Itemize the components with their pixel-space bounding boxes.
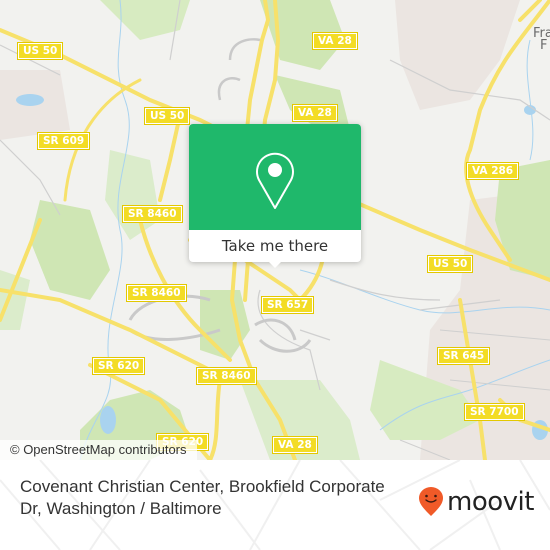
moovit-pin-icon [419,487,443,516]
route-shield-va-28: VA 28 [292,104,338,122]
route-shield-va-28: VA 28 [312,32,358,50]
route-shield-us-50: US 50 [143,107,191,125]
route-shield-us-50: US 50 [16,42,64,60]
place-label: F [540,38,548,53]
route-shield-va-286: VA 286 [465,162,520,180]
footer: Covenant Christian Center, Brookfield Co… [0,460,550,550]
route-shield-sr-657: SR 657 [260,296,315,314]
moovit-logo[interactable]: moovit [418,484,534,520]
route-shield-sr-645: SR 645 [436,347,491,365]
route-shield-sr-7700: SR 7700 [464,403,525,421]
map-attribution[interactable]: © OpenStreetMap contributors [0,440,197,460]
route-shield-sr-8460: SR 8460 [126,284,187,302]
location-title: Covenant Christian Center, Brookfield Co… [20,477,385,518]
route-shield-us-50: US 50 [426,255,474,273]
moovit-wordmark: moovit [447,487,534,517]
route-shield-sr-609: SR 609 [36,132,91,150]
route-shield-va-28: VA 28 [272,436,318,454]
map-pin-icon [256,152,294,209]
take-me-there-button[interactable]: Take me there [189,230,361,262]
popup-header[interactable] [189,124,361,230]
route-shield-sr-620: SR 620 [91,357,146,375]
location-popup[interactable]: Take me there [189,124,361,268]
popup-pointer [267,260,283,268]
map[interactable]: US 50 US 50 SR 609 VA 28 VA 28 SR 8460 S… [0,0,550,460]
route-shield-sr-8460: SR 8460 [196,367,257,385]
route-shield-sr-8460: SR 8460 [122,205,183,223]
